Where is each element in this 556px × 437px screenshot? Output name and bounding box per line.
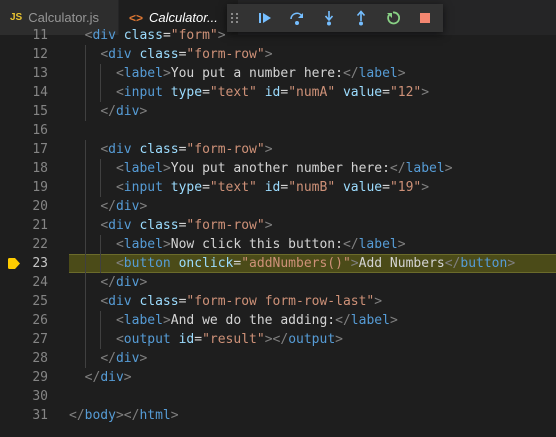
code-text: <div class="form"> xyxy=(84,28,226,43)
code-line: 30 xyxy=(0,387,556,406)
line-number: 27 xyxy=(32,332,48,347)
line-number: 20 xyxy=(32,199,48,214)
code-line: 19 <input type="text" id="numB" value="1… xyxy=(0,178,556,197)
code-line: 14 <input type="text" id="numA" value="1… xyxy=(0,83,556,102)
line-number: 17 xyxy=(32,142,48,157)
code-text: </body></html> xyxy=(69,408,179,423)
code-line: 25 <div class="form-row form-row-last"> xyxy=(0,292,556,311)
line-number: 30 xyxy=(32,389,48,404)
code-line: 22 <label>Now click this button:</label> xyxy=(0,235,556,254)
continue-icon xyxy=(259,13,271,23)
code-text: </div> xyxy=(100,275,148,290)
code-text: <output id="result"></output> xyxy=(115,332,343,347)
javascript-file-icon: JS xyxy=(10,12,23,23)
code-line: 11 <div class="form"> xyxy=(0,26,556,45)
line-number: 21 xyxy=(32,218,48,233)
code-line: 20 </div> xyxy=(0,197,556,216)
line-number: 26 xyxy=(32,313,48,328)
line-number: 28 xyxy=(32,351,48,366)
stop-icon xyxy=(420,13,430,23)
line-number: 13 xyxy=(32,66,48,81)
code-line: 12 <div class="form-row"> xyxy=(0,45,556,64)
line-number: 16 xyxy=(32,123,48,138)
step-over-icon xyxy=(290,12,303,25)
code-line: 27 <output id="result"></output> xyxy=(0,330,556,349)
line-number: 15 xyxy=(32,104,48,119)
tab-label: Calculator... xyxy=(149,10,218,25)
code-text: <input type="text" id="numB" value="19"> xyxy=(115,180,430,195)
line-number: 22 xyxy=(32,237,48,252)
code-editor[interactable]: 11 <div class="form"> 12 <div class="form… xyxy=(0,28,556,437)
code-text: <label>And we do the adding:</label> xyxy=(115,313,398,328)
code-text: </div> xyxy=(84,370,132,385)
line-number: 12 xyxy=(32,47,48,62)
code-line: 26 <label>And we do the adding:</label> xyxy=(0,311,556,330)
line-number: 18 xyxy=(32,161,48,176)
code-line: 24 </div> xyxy=(0,273,556,292)
code-text: </div> xyxy=(100,199,148,214)
html-file-icon: <> xyxy=(129,10,144,25)
line-number: 25 xyxy=(32,294,48,309)
code-lines: 11 <div class="form"> 12 <div class="form… xyxy=(0,26,556,425)
code-text: <button onclick="addNumbers()">Add Numbe… xyxy=(115,256,516,271)
code-text: <div class="form-row"> xyxy=(100,142,273,157)
line-number: 23 xyxy=(32,256,48,271)
line-number: 14 xyxy=(32,85,48,100)
code-text: </div> xyxy=(100,351,148,366)
drag-handle-icon[interactable] xyxy=(231,9,241,27)
code-line: 28 </div> xyxy=(0,349,556,368)
code-line: 13 <label>You put a number here:</label> xyxy=(0,64,556,83)
line-number: 19 xyxy=(32,180,48,195)
restart-icon xyxy=(387,11,401,25)
code-line: 15 </div> xyxy=(0,102,556,121)
code-text: <div class="form-row"> xyxy=(100,218,273,233)
code-line: 16 xyxy=(0,121,556,140)
code-text: </div> xyxy=(100,104,148,119)
code-text: <div class="form-row"> xyxy=(100,47,273,62)
code-line: 17 <div class="form-row"> xyxy=(0,140,556,159)
tab-label: Calculator.js xyxy=(28,10,100,25)
step-out-icon xyxy=(356,10,366,26)
line-number: 29 xyxy=(32,370,48,385)
code-line: 21 <div class="form-row"> xyxy=(0,216,556,235)
code-line: 29 </div> xyxy=(0,368,556,387)
code-text: <input type="text" id="numA" value="12"> xyxy=(115,85,430,100)
current-line: 23 <button onclick="addNumbers()">Add Nu… xyxy=(0,254,556,273)
code-line: 31 </body></html> xyxy=(0,406,556,425)
code-text: <label>You put a number here:</label> xyxy=(115,66,406,81)
line-number: 24 xyxy=(32,275,48,290)
code-text: <label>Now click this button:</label> xyxy=(115,237,406,252)
code-text: <div class="form-row form-row-last"> xyxy=(100,294,383,309)
line-number: 31 xyxy=(32,408,48,423)
code-line: 18 <label>You put another number here:</… xyxy=(0,159,556,178)
code-text: <label>You put another number here:</lab… xyxy=(115,161,453,176)
line-number: 11 xyxy=(32,28,48,43)
step-into-icon xyxy=(324,11,334,26)
